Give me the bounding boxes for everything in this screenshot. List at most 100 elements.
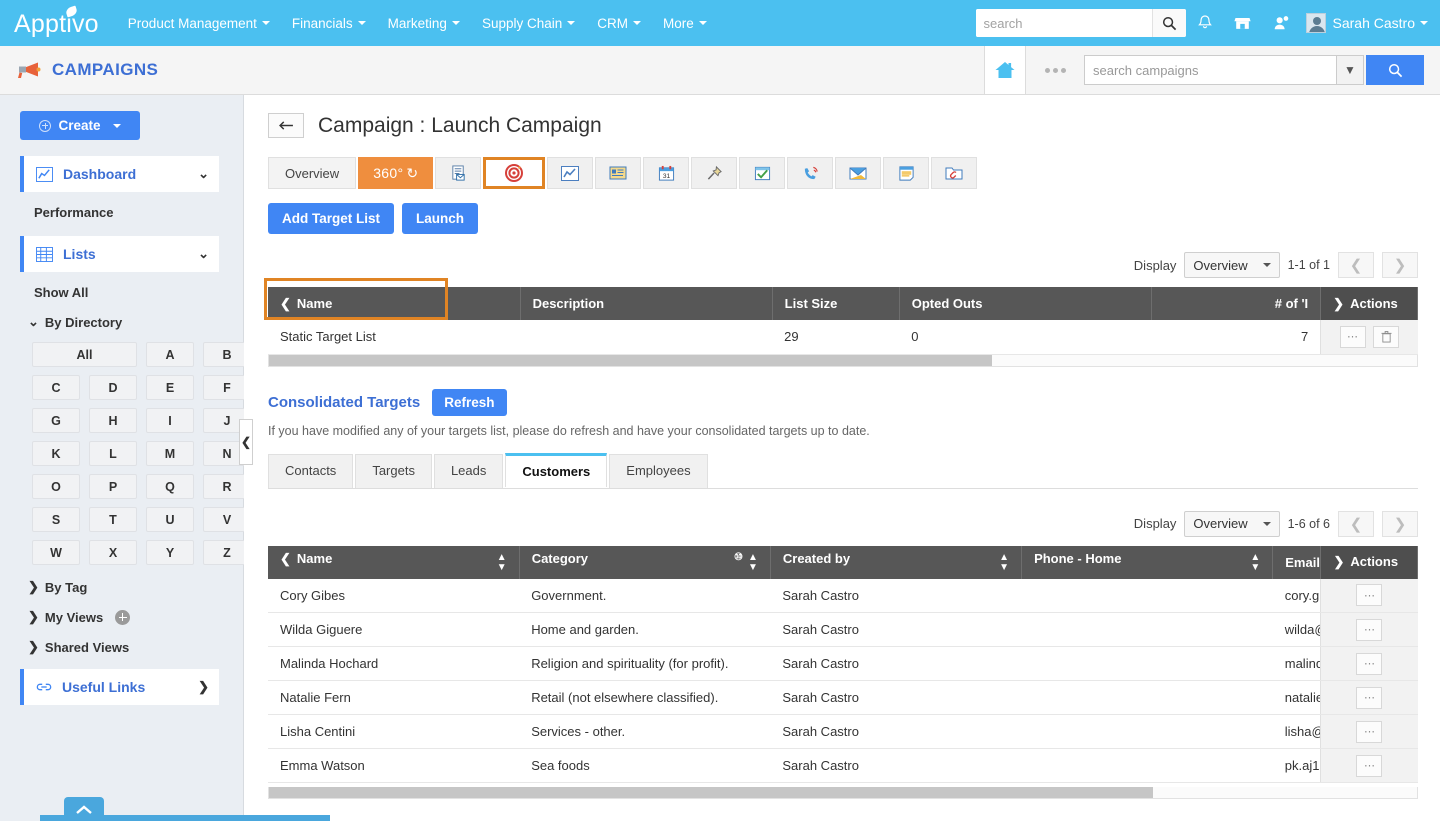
nav-item-marketing[interactable]: Marketing xyxy=(377,16,471,31)
sort-icon[interactable]: ▲ ▼ xyxy=(1250,553,1260,573)
scrollbar-thumb[interactable] xyxy=(269,787,1153,798)
alpha-button-m[interactable]: M xyxy=(146,441,194,466)
column-header-category[interactable]: Category ▲ ▼ ⑩ xyxy=(519,545,771,579)
table-row[interactable]: Static Target List 29 0 7 ⋯ xyxy=(268,320,1418,355)
table-row[interactable]: Natalie Fern Retail (not elsewhere class… xyxy=(268,680,1418,715)
table-row[interactable]: Wilda Giguere Home and garden. Sarah Cas… xyxy=(268,612,1418,647)
refresh-button[interactable]: Refresh xyxy=(432,388,507,416)
nav-item-product-management[interactable]: Product Management xyxy=(117,16,281,31)
nav-item-crm[interactable]: CRM xyxy=(586,16,652,31)
alpha-button-x[interactable]: X xyxy=(89,540,137,565)
alpha-button-g[interactable]: G xyxy=(32,408,80,433)
app-search-input[interactable] xyxy=(1084,55,1336,85)
sidebar-item-lists[interactable]: Lists ⌄ xyxy=(20,236,219,272)
column-header-num[interactable]: # of 'I xyxy=(1151,287,1322,320)
column-header-email[interactable]: Email - xyxy=(1272,545,1322,579)
tab-document-mail[interactable] xyxy=(435,157,482,189)
alpha-button-o[interactable]: O xyxy=(32,474,80,499)
more-options-button[interactable] xyxy=(1026,46,1084,94)
scrollbar-thumb[interactable] xyxy=(269,354,993,366)
alpha-button-s[interactable]: S xyxy=(32,507,80,532)
app-search-button[interactable] xyxy=(1366,55,1424,85)
subtab-targets[interactable]: Targets xyxy=(355,453,432,488)
sidebar-item-dashboard[interactable]: Dashboard ⌄ xyxy=(20,156,219,192)
sidebar-group-my-views[interactable]: ❯ My Views xyxy=(28,609,243,625)
tab-calendar[interactable]: 31 xyxy=(643,157,690,189)
target-list-next-page-button[interactable]: ❯ xyxy=(1382,252,1418,278)
column-header-opted-outs[interactable]: Opted Outs xyxy=(899,287,1152,320)
tab-emails[interactable] xyxy=(835,157,882,189)
column-header-created-by[interactable]: Created by ▲ ▼ xyxy=(770,545,1023,579)
add-user-button[interactable] xyxy=(1262,7,1300,39)
alpha-button-c[interactable]: C xyxy=(32,375,80,400)
add-target-list-button[interactable]: Add Target List xyxy=(268,203,395,234)
cell-name[interactable]: Malinda Hochard xyxy=(268,646,520,681)
alpha-button-h[interactable]: H xyxy=(89,408,137,433)
column-header-phone-home[interactable]: Phone - Home ▲ ▼ xyxy=(1021,545,1274,579)
row-more-actions-button[interactable]: ⋯ xyxy=(1356,584,1383,607)
sort-icon[interactable]: ▲ ▼ xyxy=(497,553,507,573)
subtab-employees[interactable]: Employees xyxy=(609,453,708,488)
sidebar-group-shared-views[interactable]: ❯ Shared Views xyxy=(28,639,243,655)
alpha-button-t[interactable]: T xyxy=(89,507,137,532)
alpha-button-d[interactable]: D xyxy=(89,375,137,400)
customer-display-view-select[interactable]: Overview xyxy=(1184,510,1280,537)
sort-icon[interactable]: ▲ ▼ xyxy=(748,553,758,573)
cell-name[interactable]: Wilda Giguere xyxy=(268,612,520,647)
alpha-button-q[interactable]: Q xyxy=(146,474,194,499)
customer-list-next-page-button[interactable]: ❯ xyxy=(1382,510,1418,537)
tab-tasks[interactable] xyxy=(739,157,786,189)
row-delete-button[interactable] xyxy=(1373,325,1400,348)
sidebar-item-performance[interactable]: Performance xyxy=(34,205,243,220)
row-more-actions-button[interactable]: ⋯ xyxy=(1356,652,1383,675)
marketplace-button[interactable] xyxy=(1224,7,1262,39)
alpha-button-y[interactable]: Y xyxy=(146,540,194,565)
app-search-dropdown[interactable]: ▼ xyxy=(1336,55,1364,85)
sidebar-group-by-directory[interactable]: ⌄ By Directory xyxy=(28,314,243,330)
alpha-button-k[interactable]: K xyxy=(32,441,80,466)
sidebar-group-by-tag[interactable]: ❯ By Tag xyxy=(28,579,243,595)
sidebar-item-show-all[interactable]: Show All xyxy=(34,285,243,300)
customer-list-horizontal-scrollbar[interactable] xyxy=(268,787,1418,799)
alpha-button-l[interactable]: L xyxy=(89,441,137,466)
row-more-actions-button[interactable]: ⋯ xyxy=(1356,720,1383,743)
filter-icon[interactable]: ⑩ xyxy=(734,553,743,563)
subtab-leads[interactable]: Leads xyxy=(433,453,504,488)
column-header-list-size[interactable]: List Size xyxy=(772,287,900,320)
tab-360[interactable]: 360° ↻ xyxy=(358,157,434,189)
display-view-select[interactable]: Overview xyxy=(1184,252,1280,278)
cell-name[interactable]: Natalie Fern xyxy=(268,680,520,715)
tab-attachments[interactable] xyxy=(931,157,978,189)
table-row[interactable]: Cory Gibes Government. Sarah Castro cory… xyxy=(268,578,1418,613)
sidebar-collapse-handle[interactable]: ❮ xyxy=(239,419,253,465)
subtab-contacts[interactable]: Contacts xyxy=(268,453,354,488)
row-more-actions-button[interactable]: ⋯ xyxy=(1339,325,1366,348)
home-button[interactable] xyxy=(984,46,1026,94)
table-row[interactable]: Malinda Hochard Religion and spiritualit… xyxy=(268,646,1418,681)
row-more-actions-button[interactable]: ⋯ xyxy=(1356,754,1383,777)
column-header-actions[interactable]: ❯ Actions xyxy=(1320,545,1418,579)
customer-list-prev-page-button[interactable]: ❮ xyxy=(1338,510,1374,537)
tab-notes[interactable] xyxy=(883,157,930,189)
column-header-actions[interactable]: ❯ Actions xyxy=(1320,287,1418,320)
sort-icon[interactable]: ▲ ▼ xyxy=(999,553,1009,573)
subtab-customers[interactable]: Customers xyxy=(505,452,608,487)
alpha-button-all[interactable]: All xyxy=(32,342,137,367)
row-more-actions-button[interactable]: ⋯ xyxy=(1356,686,1383,709)
create-button[interactable]: Create xyxy=(20,111,140,140)
tab-pin[interactable] xyxy=(691,157,738,189)
column-header-name[interactable]: ❮ Name ▲ ▼ xyxy=(268,545,520,579)
tab-news[interactable] xyxy=(595,157,642,189)
user-menu[interactable]: Sarah Castro xyxy=(1300,13,1428,33)
scroll-to-top-button[interactable] xyxy=(64,797,104,821)
cell-name[interactable]: Lisha Centini xyxy=(268,714,520,749)
table-row[interactable]: Emma Watson Sea foods Sarah Castro pk.aj… xyxy=(268,748,1418,783)
alpha-button-a[interactable]: A xyxy=(146,342,194,367)
alpha-button-e[interactable]: E xyxy=(146,375,194,400)
alpha-button-w[interactable]: W xyxy=(32,540,80,565)
cell-name[interactable]: Emma Watson xyxy=(268,748,520,783)
alpha-button-u[interactable]: U xyxy=(146,507,194,532)
target-list-horizontal-scrollbar[interactable] xyxy=(268,354,1418,367)
cell-name[interactable]: Cory Gibes xyxy=(268,578,520,613)
column-header-description[interactable]: Description xyxy=(520,287,773,320)
